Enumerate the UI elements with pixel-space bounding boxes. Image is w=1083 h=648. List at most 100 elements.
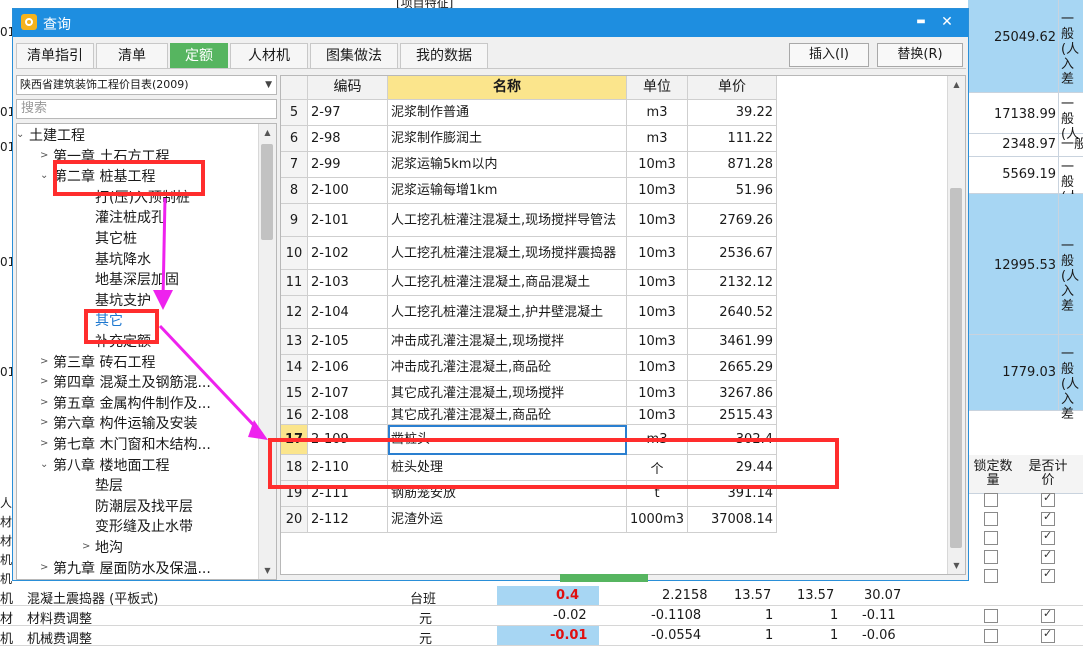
expand-arrow-icon[interactable]: >: [82, 541, 90, 552]
grid-cell-code[interactable]: 2-99: [308, 152, 388, 178]
grid-cell-no[interactable]: 13: [281, 329, 308, 355]
unit-header[interactable]: 单位: [627, 76, 688, 100]
code-header[interactable]: 编码: [308, 76, 388, 100]
grid-row[interactable]: 20 2-112 泥渣外运 1000m3 37008.14: [281, 507, 777, 533]
name-header[interactable]: 名称: [388, 76, 627, 100]
expand-arrow-icon[interactable]: >: [40, 397, 48, 408]
grid-cell-unit[interactable]: 10m3: [627, 329, 688, 355]
tree-item[interactable]: 第三章 砖石工程: [53, 353, 155, 373]
tab-labor-material-machine[interactable]: 人材机: [230, 43, 308, 69]
grid-cell-code[interactable]: 2-98: [308, 126, 388, 152]
grid-cell-code[interactable]: 2-112: [308, 507, 388, 533]
grid-cell-name[interactable]: 人工挖孔桩灌注混凝土,现场搅拌导管法: [388, 204, 627, 237]
grid-cell-price[interactable]: 871.28: [688, 152, 777, 178]
expand-arrow-icon[interactable]: >: [40, 150, 48, 161]
price-header[interactable]: 单价: [688, 76, 777, 100]
grid-row[interactable]: 16 2-108 其它成孔灌注混凝土,商品砼 10m3 2515.43: [281, 407, 777, 425]
grid-cell-code[interactable]: 2-101: [308, 204, 388, 237]
resource-row[interactable]: 机 机械费调整 元 -0.01 -0.0554 1 1 -0.06: [0, 626, 1083, 647]
expand-arrow-icon[interactable]: >: [40, 417, 48, 428]
grid-cell-name[interactable]: 泥浆运输每增1km: [388, 178, 627, 204]
scroll-down-icon[interactable]: ▼: [259, 562, 276, 579]
tree-scroll-thumb[interactable]: [261, 144, 273, 240]
grid-cell-unit[interactable]: m3: [627, 126, 688, 152]
grid-row[interactable]: 11 2-103 人工挖孔桩灌注混凝土,商品混凝土 10m3 2132.12: [281, 270, 777, 296]
bg-row[interactable]: 5569.19 一般(人: [968, 157, 1083, 205]
tree-item[interactable]: 地基深层加固: [95, 270, 179, 290]
lock-checkbox[interactable]: [984, 512, 998, 526]
grid-row[interactable]: 7 2-99 泥浆运输5km以内 10m3 871.28: [281, 152, 777, 178]
search-input[interactable]: 搜索: [16, 99, 277, 119]
grid-cell-no[interactable]: 8: [281, 178, 308, 204]
scroll-up-icon[interactable]: ▲: [259, 124, 276, 141]
tree-item[interactable]: 基坑降水: [95, 250, 151, 270]
bg-row[interactable]: 2348.97 一般: [968, 134, 1083, 157]
grid-cell-unit[interactable]: 10m3: [627, 381, 688, 407]
bg-row[interactable]: 25049.62 一般(人入差: [968, 8, 1083, 93]
grid-cell-name[interactable]: 人工挖孔桩灌注混凝土,现场搅拌震捣器: [388, 237, 627, 270]
grid-cell-no[interactable]: 16: [281, 407, 308, 425]
grid-cell-price[interactable]: 2515.43: [688, 407, 777, 425]
tab-atlas-practice[interactable]: 图集做法: [310, 43, 398, 69]
expand-arrow-icon[interactable]: >: [40, 376, 48, 387]
grid-cell-code[interactable]: 2-102: [308, 237, 388, 270]
collapse-arrow-icon[interactable]: ⌄: [17, 129, 24, 140]
lock-checkbox[interactable]: [984, 609, 998, 623]
grid-cell-name[interactable]: 冲击成孔灌注混凝土,现场搅拌: [388, 329, 627, 355]
minimize-icon[interactable]: ▬: [911, 12, 931, 32]
grid-cell-name[interactable]: 人工挖孔桩灌注混凝土,护井壁混凝土: [388, 296, 627, 329]
tree-item[interactable]: 土建工程: [29, 126, 85, 146]
tree-item[interactable]: 地沟: [95, 538, 123, 558]
grid-scroll-thumb[interactable]: [950, 188, 962, 548]
grid-cell-no[interactable]: 6: [281, 126, 308, 152]
grid-cell-code[interactable]: 2-104: [308, 296, 388, 329]
insert-button[interactable]: 插入(I): [789, 43, 869, 67]
grid-cell-unit[interactable]: 10m3: [627, 270, 688, 296]
tree-item[interactable]: 基坑支护: [95, 291, 151, 311]
bg-row[interactable]: 12995.53 一般(人入差: [968, 194, 1083, 335]
grid-cell-code[interactable]: 2-108: [308, 407, 388, 425]
grid-row[interactable]: 15 2-107 其它成孔灌注混凝土,现场搅拌 10m3 3267.86: [281, 381, 777, 407]
grid-cell-no[interactable]: 9: [281, 204, 308, 237]
grid-cell-name[interactable]: 冲击成孔灌注混凝土,商品砼: [388, 355, 627, 381]
grid-cell-name[interactable]: 人工挖孔桩灌注混凝土,商品混凝土: [388, 270, 627, 296]
scroll-down-icon[interactable]: ▼: [948, 557, 965, 574]
library-select[interactable]: 陕西省建筑装饰工程价目表(2009) ▼: [16, 75, 277, 95]
grid-row[interactable]: 8 2-100 泥浆运输每增1km 10m3 51.96: [281, 178, 777, 204]
grid-cell-code[interactable]: 2-100: [308, 178, 388, 204]
tree-item[interactable]: 变形缝及止水带: [95, 517, 193, 537]
grid-cell-code[interactable]: 2-105: [308, 329, 388, 355]
bg-row[interactable]: 1779.03 一般(人入差: [968, 335, 1083, 422]
grid-cell-name[interactable]: 泥渣外运: [388, 507, 627, 533]
grid-cell-no[interactable]: 14: [281, 355, 308, 381]
grid-cell-unit[interactable]: 10m3: [627, 407, 688, 425]
grid-cell-code[interactable]: 2-107: [308, 381, 388, 407]
tree-item[interactable]: 防潮层及找平层: [95, 497, 193, 517]
grid-cell-code[interactable]: 2-97: [308, 100, 388, 126]
grid-row[interactable]: 13 2-105 冲击成孔灌注混凝土,现场搅拌 10m3 3461.99: [281, 329, 777, 355]
grid-cell-unit[interactable]: 10m3: [627, 204, 688, 237]
replace-button[interactable]: 替换(R): [877, 43, 963, 67]
grid-row[interactable]: 5 2-97 泥浆制作普通 m3 39.22: [281, 100, 777, 126]
expand-arrow-icon[interactable]: >: [40, 562, 48, 573]
grid-scrollbar[interactable]: ▲ ▼: [947, 76, 965, 574]
grid-cell-no[interactable]: 15: [281, 381, 308, 407]
grid-cell-name[interactable]: 泥浆运输5km以内: [388, 152, 627, 178]
grid-cell-price[interactable]: 2640.52: [688, 296, 777, 329]
grid-cell-unit[interactable]: 10m3: [627, 237, 688, 270]
grid-cell-name[interactable]: 其它成孔灌注混凝土,商品砼: [388, 407, 627, 425]
grid-cell-unit[interactable]: 10m3: [627, 152, 688, 178]
priced-checkbox[interactable]: [1041, 510, 1055, 526]
grid-cell-no[interactable]: 10: [281, 237, 308, 270]
dialog-titlebar[interactable]: 查询 ▬ ✕: [13, 9, 968, 37]
splitter-handle[interactable]: [560, 574, 648, 582]
priced-checkbox[interactable]: [1041, 607, 1055, 623]
grid-row[interactable]: 10 2-102 人工挖孔桩灌注混凝土,现场搅拌震捣器 10m3 2536.67: [281, 237, 777, 270]
tree-item[interactable]: 第八章 楼地面工程: [53, 456, 169, 476]
grid-cell-no[interactable]: 20: [281, 507, 308, 533]
grid-cell-no[interactable]: 7: [281, 152, 308, 178]
collapse-arrow-icon[interactable]: ⌄: [40, 459, 48, 470]
grid-cell-name[interactable]: 泥浆制作普通: [388, 100, 627, 126]
grid-cell-unit[interactable]: 10m3: [627, 296, 688, 329]
tab-list-guide[interactable]: 清单指引: [16, 43, 94, 69]
